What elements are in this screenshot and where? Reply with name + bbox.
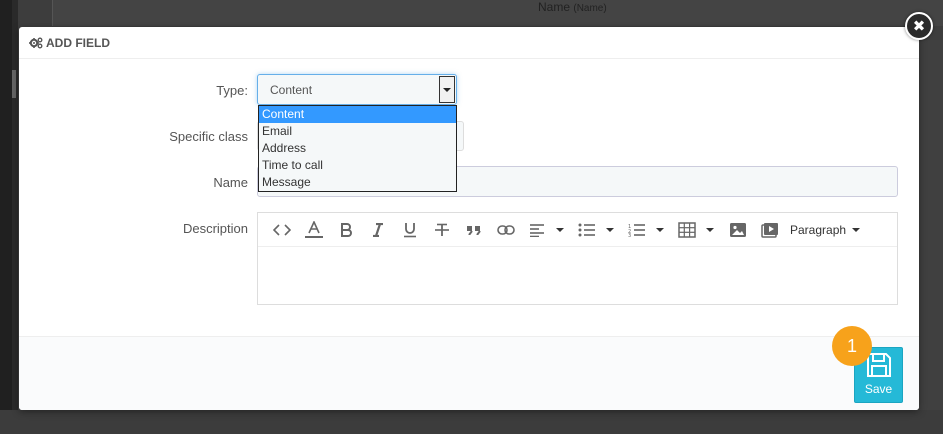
modal-title: ADD FIELD <box>29 36 909 50</box>
step-badge: 1 <box>832 326 872 366</box>
list-ul-caret-icon[interactable] <box>606 227 614 232</box>
description-editor: 123 Paragraph <box>257 212 898 305</box>
type-label: Type: <box>216 83 248 98</box>
editor-toolbar: 123 Paragraph <box>258 213 897 247</box>
background-column-header: Name (Name) <box>538 0 607 14</box>
underline-icon[interactable] <box>394 217 426 243</box>
align-icon[interactable] <box>522 217 552 243</box>
description-label: Description <box>182 221 248 236</box>
cogs-icon <box>29 37 43 49</box>
link-icon[interactable] <box>490 217 522 243</box>
chevron-down-icon <box>443 87 451 92</box>
dropdown-option-email[interactable]: Email <box>259 123 456 140</box>
save-label: Save <box>864 382 893 396</box>
table-caret-icon[interactable] <box>706 227 714 232</box>
dropdown-option-address[interactable]: Address <box>259 140 456 157</box>
save-icon <box>866 353 891 377</box>
image-icon[interactable] <box>722 217 754 243</box>
dropdown-option-content[interactable]: Content <box>259 106 456 123</box>
background-marker <box>12 70 16 98</box>
background-sidebar-edge <box>12 0 18 434</box>
italic-icon[interactable] <box>362 217 394 243</box>
modal-footer <box>19 336 919 410</box>
strikethrough-icon[interactable] <box>426 217 458 243</box>
dropdown-option-message[interactable]: Message <box>259 174 456 191</box>
type-select-arrow[interactable] <box>439 76 455 103</box>
background-header-strip <box>52 0 943 26</box>
close-button[interactable]: ✖ <box>905 12 933 40</box>
list-ol-caret-icon[interactable] <box>656 227 664 232</box>
type-select[interactable]: Content <box>257 74 457 105</box>
background-sidebar <box>0 0 12 434</box>
background-right-area <box>919 40 943 434</box>
align-caret-icon[interactable] <box>556 227 564 232</box>
paragraph-caret-icon <box>852 227 861 232</box>
modal-title-text: ADD FIELD <box>46 36 110 50</box>
font-color-icon[interactable] <box>298 217 330 243</box>
type-dropdown-list: Content Email Address Time to call Messa… <box>258 105 457 192</box>
specific-class-label: Specific class <box>169 129 248 144</box>
name-label: Name <box>213 175 248 190</box>
list-ul-icon[interactable] <box>572 217 602 243</box>
background-bottom-area <box>0 410 943 434</box>
list-ol-icon[interactable]: 123 <box>622 217 652 243</box>
bold-icon[interactable] <box>330 217 362 243</box>
quote-icon[interactable] <box>458 217 490 243</box>
svg-text:3: 3 <box>628 233 631 237</box>
video-icon[interactable] <box>754 217 786 243</box>
background-column-sub: (Name) <box>573 3 607 14</box>
modal-header: ADD FIELD <box>19 27 919 59</box>
background-column-name: Name <box>538 0 571 14</box>
editor-content-area[interactable] <box>258 247 897 304</box>
add-field-modal: ADD FIELD Type: Specific class Name Desc… <box>19 27 919 410</box>
paragraph-format-select[interactable]: Paragraph <box>790 222 861 237</box>
code-icon[interactable] <box>266 217 298 243</box>
paragraph-label: Paragraph <box>790 222 847 237</box>
table-icon[interactable] <box>672 217 702 243</box>
dropdown-option-time-to-call[interactable]: Time to call <box>259 157 456 174</box>
